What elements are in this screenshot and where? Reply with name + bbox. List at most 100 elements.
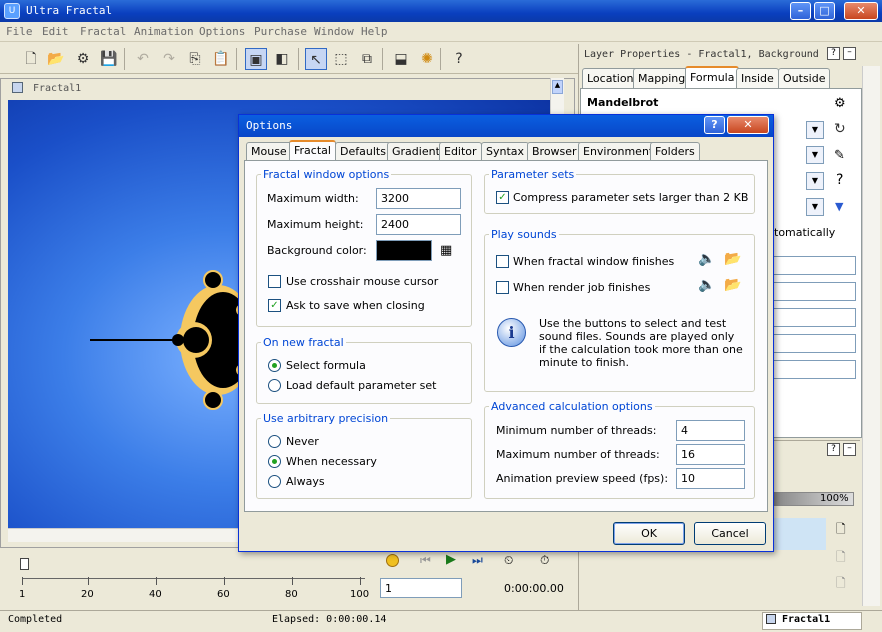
copy-icon[interactable]: ⎘ — [184, 48, 206, 70]
dropdown-arrow-icon[interactable]: ▼ — [806, 198, 824, 216]
toolbar-separator — [124, 48, 125, 70]
open-sound-icon[interactable]: 📂 — [724, 251, 741, 267]
open-folder-icon[interactable]: 📂 — [45, 48, 67, 70]
tab-browser[interactable]: Browser — [527, 142, 582, 160]
max-height-input[interactable]: 2400 — [376, 214, 461, 235]
undo-icon[interactable]: ↶ — [132, 48, 154, 70]
menu-purchase[interactable]: Purchase — [254, 25, 307, 38]
speaker-icon[interactable]: 🔈 — [698, 277, 715, 293]
gradient-icon[interactable]: ◧ — [271, 48, 293, 70]
tab-environment[interactable]: Environment — [578, 142, 659, 160]
tab-defaults[interactable]: Defaults — [335, 142, 391, 160]
maximize-button[interactable]: □ — [814, 2, 835, 20]
select-formula-radio[interactable] — [268, 359, 281, 372]
open-sound-icon[interactable]: 📂 — [724, 277, 741, 293]
add-mask-icon[interactable]: 🗋 — [836, 548, 846, 569]
min-threads-label: Minimum number of threads: — [496, 424, 657, 437]
reset-icon[interactable]: ↻ — [834, 121, 846, 137]
dropdown-arrow-icon[interactable]: ▼ — [806, 121, 824, 139]
precision-never-radio[interactable] — [268, 435, 281, 448]
menu-edit[interactable]: Edit — [42, 25, 69, 38]
save-icon[interactable]: 💾 — [98, 48, 120, 70]
panel-minimize-icon[interactable]: – — [843, 47, 856, 60]
panel-help-icon[interactable]: ? — [827, 47, 840, 60]
group-label: Fractal window options — [261, 168, 392, 181]
keyframe-icon[interactable]: ⏲ — [504, 553, 513, 568]
menu-help[interactable]: Help — [361, 25, 388, 38]
layer-thumbnail[interactable] — [774, 518, 826, 550]
tab-folders[interactable]: Folders — [650, 142, 700, 160]
layers-icon[interactable]: ⧉ — [356, 48, 378, 70]
menu-window[interactable]: Window — [314, 25, 354, 38]
window-finish-checkbox[interactable] — [496, 255, 509, 268]
max-width-input[interactable]: 3200 — [376, 188, 461, 209]
pointer-icon[interactable]: ↖ — [305, 48, 327, 70]
menu-fractal[interactable]: Fractal — [80, 25, 126, 38]
merge-layer-icon[interactable]: 🗋 — [836, 574, 846, 595]
timeline-tick — [88, 577, 89, 585]
render-icon[interactable]: ⬓ — [390, 48, 412, 70]
formula-help-icon[interactable]: ? — [836, 172, 843, 188]
menu-animation[interactable]: Animation — [134, 25, 194, 38]
formula-browse-icon[interactable]: ⚙ — [834, 96, 846, 111]
crosshair-label: Use crosshair mouse cursor — [286, 275, 439, 288]
color-picker-icon[interactable]: ▦ — [440, 243, 452, 258]
precision-always-radio[interactable] — [268, 475, 281, 488]
panel-scrollbar[interactable] — [862, 66, 880, 606]
timeline-slider-handle[interactable] — [20, 558, 29, 570]
browse-icon[interactable]: ⚙ — [72, 48, 94, 70]
help-icon[interactable]: ? — [448, 48, 470, 70]
tab-fractal[interactable]: Fractal — [289, 140, 336, 161]
tab-editor[interactable]: Editor — [439, 142, 482, 160]
menu-bar — [0, 22, 882, 42]
redo-icon[interactable]: ↷ — [158, 48, 180, 70]
tab-inside[interactable]: Inside — [736, 68, 779, 88]
tab-gradient[interactable]: Gradient — [387, 142, 445, 160]
record-icon[interactable] — [386, 554, 399, 567]
fractal-mode-icon[interactable]: ▣ — [245, 48, 267, 70]
menu-options[interactable]: Options — [199, 25, 245, 38]
play-icon[interactable]: ▶ — [446, 552, 456, 567]
tab-mouse[interactable]: Mouse — [246, 142, 292, 160]
compress-checkbox[interactable]: ✓ — [496, 191, 509, 204]
render-finish-checkbox[interactable] — [496, 281, 509, 294]
paste-icon[interactable]: 📋 — [210, 48, 232, 70]
add-layer-icon[interactable]: 🗋 — [836, 520, 846, 541]
tab-formula[interactable]: Formula — [685, 66, 740, 88]
ask-save-checkbox[interactable]: ✓ — [268, 299, 281, 312]
tab-mapping[interactable]: Mapping — [633, 68, 691, 88]
crosshair-checkbox[interactable] — [268, 275, 281, 288]
ok-button[interactable]: OK — [613, 522, 685, 545]
scroll-up-arrow[interactable]: ▲ — [552, 80, 563, 94]
background-color-swatch[interactable] — [376, 240, 432, 261]
frame-number-input[interactable]: 1 — [380, 578, 462, 598]
first-frame-icon[interactable]: ⏮ — [420, 553, 431, 568]
dropdown-arrow-icon[interactable]: ▼ — [806, 146, 824, 164]
layers-help-icon[interactable]: ? — [827, 443, 840, 456]
layers-minimize-icon[interactable]: – — [843, 443, 856, 456]
min-threads-input[interactable]: 4 — [676, 420, 745, 441]
minimize-button[interactable]: – — [790, 2, 811, 20]
tab-location[interactable]: Location — [582, 68, 639, 88]
dialog-help-button[interactable]: ? — [704, 116, 725, 134]
load-default-radio[interactable] — [268, 379, 281, 392]
speaker-icon[interactable]: 🔈 — [698, 251, 715, 267]
animation-settings-icon[interactable]: ⏱ — [540, 553, 549, 568]
precision-necessary-radio[interactable] — [268, 455, 281, 468]
explore-icon[interactable]: ✺ — [416, 48, 438, 70]
anim-speed-input[interactable]: 10 — [676, 468, 745, 489]
cancel-button[interactable]: Cancel — [694, 522, 766, 545]
animation-timeline[interactable] — [8, 548, 373, 606]
expand-down-icon[interactable]: ▼ — [835, 200, 843, 213]
edit-formula-icon[interactable]: ✎ — [834, 148, 845, 163]
close-button[interactable]: ✕ — [844, 2, 878, 20]
dropdown-arrow-icon[interactable]: ▼ — [806, 172, 824, 190]
zoom-select-icon[interactable]: ⬚ — [330, 48, 352, 70]
dialog-close-button[interactable]: ✕ — [727, 116, 769, 134]
last-frame-icon[interactable]: ⏭ — [472, 553, 483, 568]
tab-outside[interactable]: Outside — [778, 68, 831, 88]
new-file-icon[interactable]: 🗋 — [20, 48, 42, 70]
max-threads-input[interactable]: 16 — [676, 444, 745, 465]
menu-file[interactable]: File — [6, 25, 33, 38]
tab-syntax[interactable]: Syntax — [481, 142, 530, 160]
